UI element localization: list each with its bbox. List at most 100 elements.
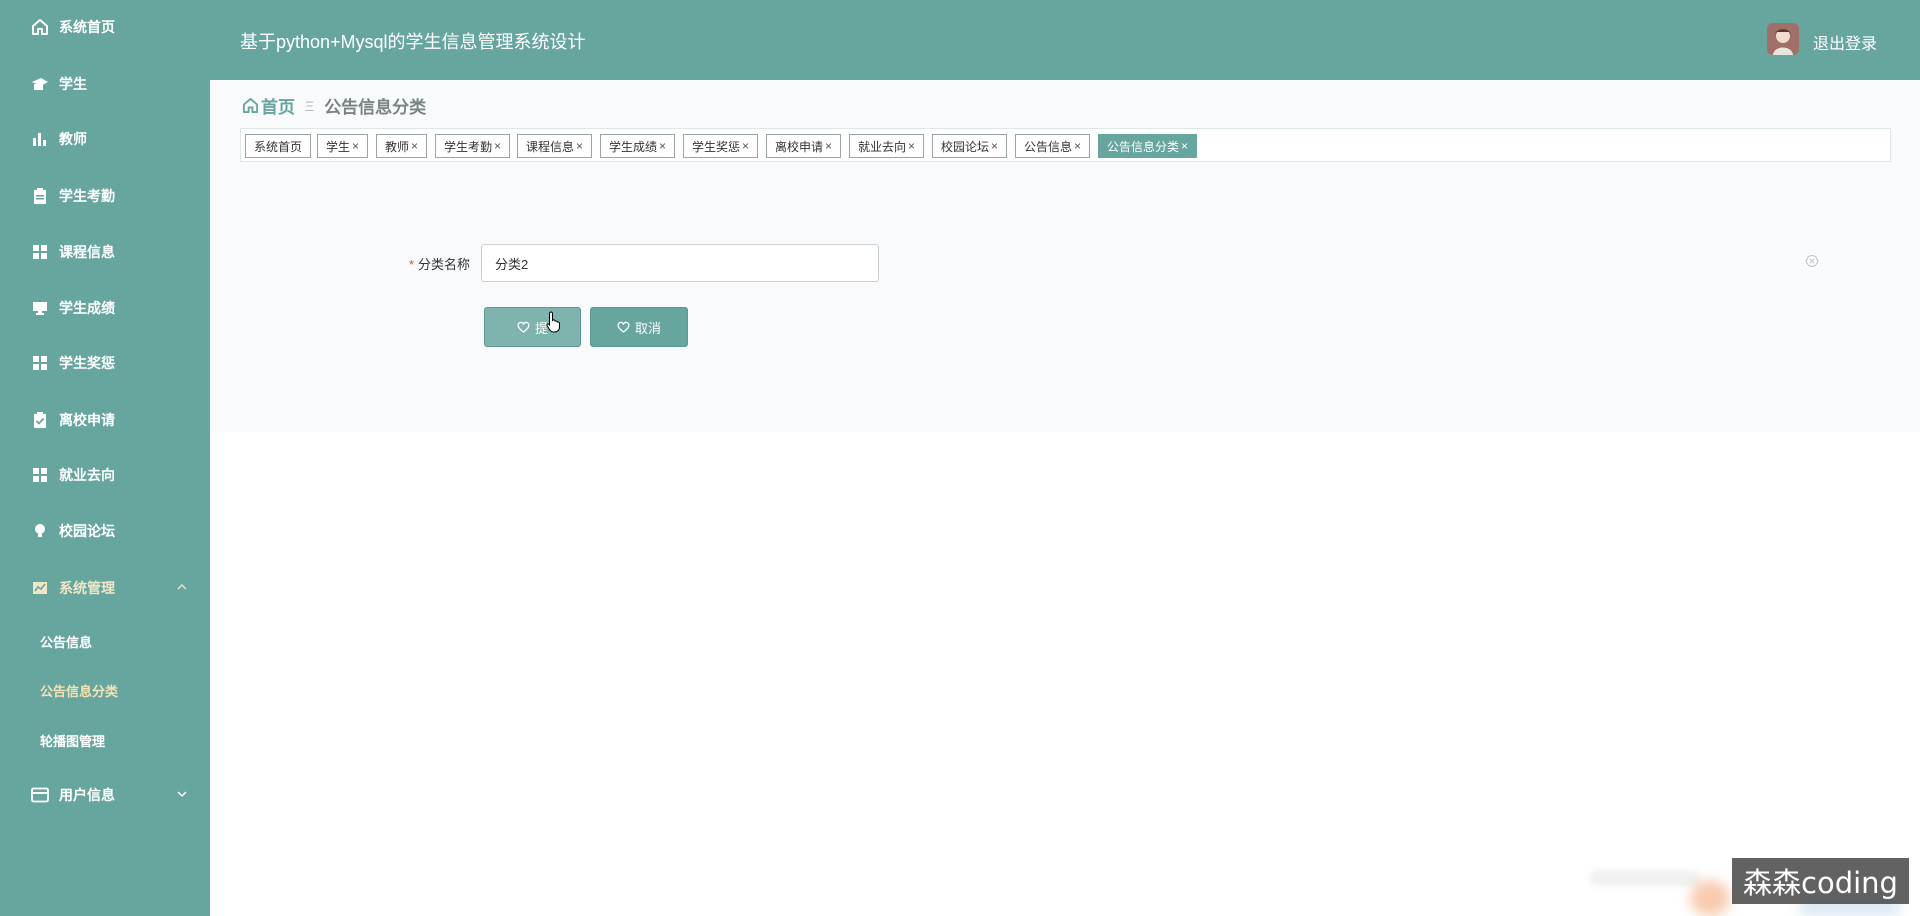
close-icon[interactable]: × [742,139,749,153]
close-icon[interactable]: × [991,139,998,153]
sidebar-item-label: 教师 [59,131,87,147]
tag-label: 学生考勤 [444,139,493,154]
close-icon[interactable]: × [659,139,666,153]
clipboard-check-icon [30,410,50,430]
chevron-up-icon [176,580,188,596]
category-name-label-text: 分类名称 [417,257,470,272]
close-icon[interactable]: × [411,139,418,153]
sidebar-item-employment[interactable]: 就业去向 [0,455,210,495]
tag-course[interactable]: 课程信息 × [517,134,593,158]
chart-box-icon [30,578,50,598]
watermark: 森森coding [1732,858,1909,904]
tag-label: 公告信息分类 [1107,139,1180,154]
avatar[interactable] [1767,23,1799,55]
tag-label: 就业去向 [858,139,907,154]
breadcrumb-home-label: 首页 [261,98,295,117]
sidebar-item-user-info[interactable]: 用户信息 [0,775,210,815]
sidebar-item-label: 课程信息 [59,244,115,260]
close-icon[interactable]: × [352,139,359,153]
tag-label: 学生 [326,139,351,154]
sidebar: 系统首页 学生 教师 学生考勤 课程信息 学生成绩 学生奖惩 离校申请 就业去向… [0,0,210,916]
bulb-icon [30,521,50,541]
sidebar-item-label: 就业去向 [59,467,115,483]
grid-icon [30,465,50,485]
close-icon[interactable]: × [494,139,501,153]
sidebar-item-label: 系统管理 [59,580,115,596]
sidebar-subitem-notice-category[interactable]: 公告信息分类 [0,672,210,708]
close-icon[interactable]: × [825,139,832,153]
sidebar-item-label: 用户信息 [59,787,115,803]
home-icon [30,17,50,37]
tag-label: 课程信息 [526,139,575,154]
tag-teacher[interactable]: 教师 × [376,134,428,158]
tag-label: 教师 [385,139,410,154]
sidebar-item-forum[interactable]: 校园论坛 [0,511,210,551]
tag-label: 公告信息 [1024,139,1073,154]
watermark-blur [1690,880,1730,916]
close-icon[interactable]: × [1181,139,1188,153]
sidebar-item-reward[interactable]: 学生奖惩 [0,343,210,383]
tag-reward[interactable]: 学生奖惩 × [683,134,759,158]
sidebar-item-label: 系统首页 [59,19,115,35]
app-title: 基于python+Mysql的学生信息管理系统设计 [240,32,586,52]
tag-home[interactable]: 系统首页 [245,134,312,158]
sidebar-item-score[interactable]: 学生成绩 [0,288,210,328]
sidebar-subitem-notice[interactable]: 公告信息 [0,623,210,659]
cancel-button[interactable]: 取消 [590,307,688,347]
sidebar-item-label: 学生 [59,76,87,92]
sidebar-item-system[interactable]: 系统管理 [0,568,210,608]
sidebar-item-leave[interactable]: 离校申请 [0,400,210,440]
sidebar-subitem-label: 公告信息 [40,634,93,650]
breadcrumb-separator: Ξ [305,97,315,114]
sidebar-subitem-carousel[interactable]: 轮播图管理 [0,722,210,758]
close-icon[interactable]: × [1074,139,1081,153]
sidebar-item-home[interactable]: 系统首页 [0,7,210,47]
breadcrumb: 首页 Ξ 公告信息分类 [242,93,426,118]
tag-notice-category[interactable]: 公告信息分类 × [1098,134,1198,158]
tag-label: 系统首页 [254,139,303,154]
heart-icon [517,321,530,333]
tag-label: 学生奖惩 [692,139,741,154]
sidebar-item-course[interactable]: 课程信息 [0,232,210,272]
close-icon[interactable]: × [908,139,915,153]
tag-notice[interactable]: 公告信息 × [1015,134,1091,158]
top-header: 基于python+Mysql的学生信息管理系统设计 退出登录 [210,0,1920,80]
tag-student[interactable]: 学生 × [317,134,369,158]
tag-forum[interactable]: 校园论坛 × [932,134,1008,158]
sidebar-item-teacher[interactable]: 教师 [0,119,210,159]
grid-icon [30,242,50,262]
tag-score[interactable]: 学生成绩 × [600,134,676,158]
chevron-down-icon [176,787,188,803]
tag-leave[interactable]: 离校申请 × [766,134,842,158]
home-icon [242,97,259,114]
cancel-label: 取消 [634,320,661,336]
tag-label: 学生成绩 [609,139,658,154]
sidebar-item-label: 学生奖惩 [59,355,115,371]
sidebar-item-label: 校园论坛 [59,523,115,539]
category-name-label: * 分类名称 [300,254,470,273]
submit-button[interactable]: 提 [484,307,581,347]
sidebar-item-label: 学生考勤 [59,188,115,204]
tag-attendance[interactable]: 学生考勤 × [435,134,511,158]
heart-icon [617,321,630,333]
close-icon[interactable]: × [576,139,583,153]
sidebar-item-label: 离校申请 [59,412,115,428]
monitor-icon [30,298,50,318]
tag-employment[interactable]: 就业去向 × [849,134,925,158]
sidebar-subitem-label: 公告信息分类 [40,683,119,699]
breadcrumb-home[interactable]: 首页 [242,93,295,118]
breadcrumb-current: 公告信息分类 [324,98,427,117]
logout-button[interactable]: 退出登录 [1813,30,1877,54]
required-mark: * [408,257,414,272]
clear-icon[interactable] [1805,254,1819,268]
grid-icon [30,353,50,373]
tag-label: 校园论坛 [941,139,990,154]
tag-label: 离校申请 [775,139,824,154]
graduation-cap-icon [30,74,50,94]
watermark-blur [1590,870,1700,886]
id-card-icon [30,785,50,805]
sidebar-item-attendance[interactable]: 学生考勤 [0,176,210,216]
sidebar-item-student[interactable]: 学生 [0,64,210,104]
bar-chart-icon [30,129,50,149]
category-name-input[interactable] [481,244,879,282]
